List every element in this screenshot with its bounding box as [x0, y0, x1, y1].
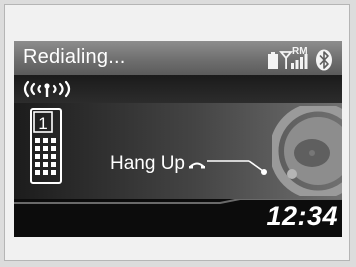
hang-up-icon — [189, 162, 205, 169]
phone-screen: Redialing... RM 1 Hang Up 12:34 — [14, 41, 342, 237]
signal-waves-icon — [23, 80, 71, 98]
hang-up-pointer-line — [207, 160, 267, 175]
title-bar: Redialing... RM — [14, 41, 342, 75]
screen-title: Redialing... — [23, 46, 126, 68]
steering-wheel-icon — [272, 106, 342, 196]
signal-row — [14, 75, 342, 103]
bluetooth-icon — [316, 49, 332, 71]
battery-icon — [268, 52, 278, 69]
hang-up-action[interactable]: Hang Up — [110, 150, 281, 177]
hang-up-label: Hang Up — [110, 152, 185, 174]
roaming-label: RM — [292, 46, 308, 57]
bottom-bar: 12:34 — [14, 199, 342, 237]
status-icons: RM — [266, 44, 336, 72]
phone-keypad-icon: 1 — [30, 108, 62, 184]
call-area: 1 Hang Up — [14, 103, 342, 199]
preset-number: 1 — [38, 114, 47, 133]
clock: 12:34 — [266, 201, 338, 231]
